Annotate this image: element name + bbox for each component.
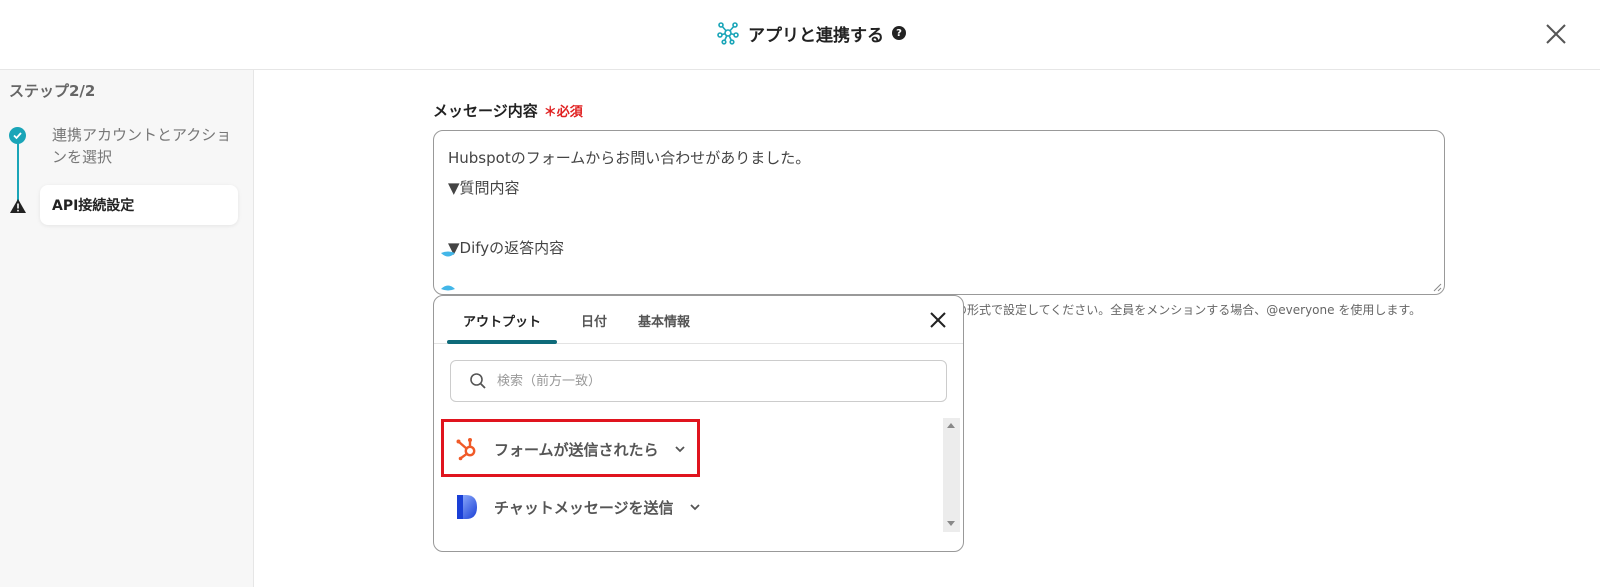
field-label-text: メッセージ内容: [433, 102, 538, 120]
list-item-send-chat-message[interactable]: チャットメッセージを送信: [454, 487, 702, 527]
sidebar-step-select-action[interactable]: 連携アカウントとアクションを選択: [52, 124, 232, 168]
step-done-icon: [9, 127, 26, 144]
textarea-line: [448, 263, 1430, 293]
warning-icon: [10, 199, 26, 213]
step-title: ステップ2/2: [9, 82, 96, 100]
search-input[interactable]: [495, 372, 915, 390]
textarea-line: ▼質問内容: [448, 179, 520, 197]
close-icon: [1546, 24, 1566, 44]
field-hint: の形式で設定してください。全員をメンションする場合、@everyone を使用し…: [955, 303, 1422, 317]
popup-tabs: アウトプット 日付 基本情報: [434, 296, 963, 344]
close-icon: [930, 312, 946, 328]
output-picker-popup: アウトプット 日付 基本情報 検索（前方一致） フォームが送信されたら チャット…: [433, 295, 964, 552]
tab-date[interactable]: 日付: [569, 296, 619, 344]
message-field-label: メッセージ内容 ＊必須: [433, 100, 583, 121]
insert-marker-icon[interactable]: [440, 282, 456, 292]
header-title: アプリと連携する: [748, 25, 884, 46]
scroll-up-arrow-icon[interactable]: [947, 423, 955, 428]
popup-scrollbar[interactable]: [943, 418, 960, 532]
dify-logo-icon: [457, 495, 477, 519]
sidebar-step-api-settings[interactable]: API接続設定: [40, 185, 238, 225]
textarea-line: Hubspotのフォームからお問い合わせがありました。: [448, 149, 811, 167]
highlight-annotation: [441, 419, 700, 477]
textarea-line: [448, 203, 1430, 233]
insert-marker-icon[interactable]: [440, 250, 456, 260]
message-textarea[interactable]: Hubspotのフォームからお問い合わせがありました。 ▼質問内容 ▼Difyの…: [433, 130, 1445, 295]
active-tab-indicator: [447, 340, 557, 344]
popup-close-button[interactable]: [927, 309, 949, 331]
close-modal-button[interactable]: [1542, 20, 1570, 48]
scroll-down-arrow-icon[interactable]: [947, 521, 955, 526]
list-item-label: チャットメッセージを送信: [494, 498, 674, 517]
modal-header: アプリと連携する ?: [0, 0, 1600, 70]
tab-basic-info[interactable]: 基本情報: [630, 296, 698, 344]
network-hub-icon: [717, 22, 739, 45]
required-badge: ＊必須: [543, 105, 583, 120]
search-icon: [470, 373, 486, 389]
step-sidebar: ステップ2/2 連携アカウントとアクションを選択 API接続設定: [0, 70, 254, 587]
tab-output[interactable]: アウトプット: [447, 296, 557, 344]
step-connector-line: [17, 136, 19, 206]
chevron-down-icon[interactable]: [688, 500, 702, 514]
search-box: [450, 360, 947, 402]
question-circle-icon[interactable]: ?: [892, 26, 906, 40]
header-title-group: アプリと連携する ?: [716, 18, 906, 48]
textarea-line: ▼Difyの返答内容: [448, 239, 565, 257]
resize-handle-icon[interactable]: [1432, 282, 1442, 292]
